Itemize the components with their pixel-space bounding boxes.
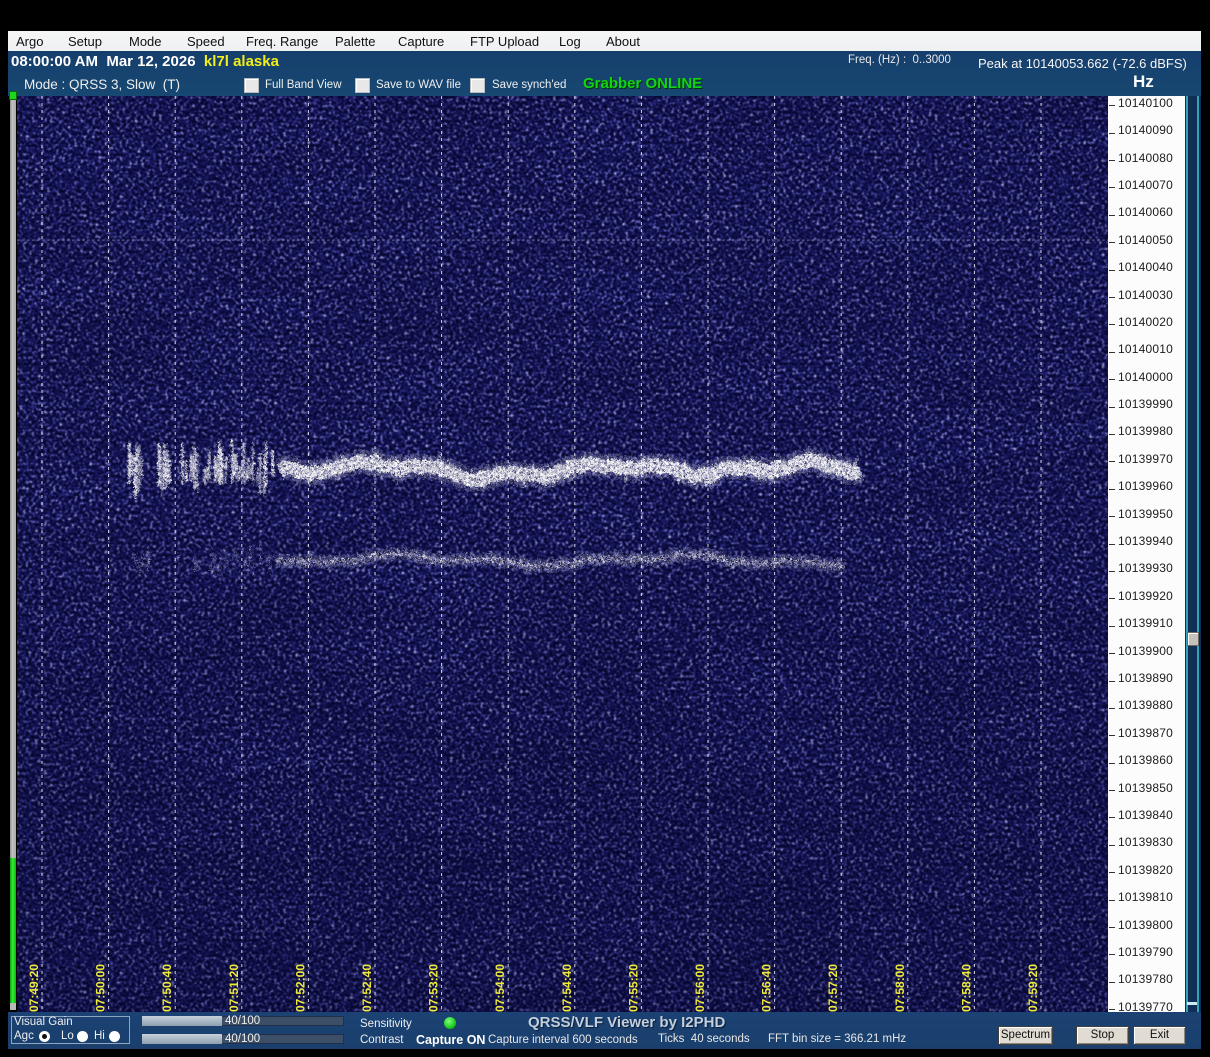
svg-text:07:53:20: 07:53:20 — [427, 964, 441, 1012]
svg-text:07:52:00: 07:52:00 — [293, 964, 307, 1012]
svg-text:07:54:40: 07:54:40 — [560, 964, 574, 1012]
svg-text:07:50:40: 07:50:40 — [160, 964, 174, 1012]
svg-text:07:58:40: 07:58:40 — [959, 964, 973, 1012]
svg-text:07:59:20: 07:59:20 — [1026, 964, 1040, 1012]
svg-text:07:56:40: 07:56:40 — [760, 964, 774, 1012]
svg-text:07:51:20: 07:51:20 — [227, 964, 241, 1012]
svg-text:07:57:20: 07:57:20 — [826, 964, 840, 1012]
svg-text:07:50:00: 07:50:00 — [94, 964, 108, 1012]
svg-text:07:58:00: 07:58:00 — [893, 964, 907, 1012]
svg-text:07:56:00: 07:56:00 — [693, 964, 707, 1012]
svg-text:07:54:00: 07:54:00 — [493, 964, 507, 1012]
svg-text:07:49:20: 07:49:20 — [27, 964, 41, 1012]
svg-text:07:55:20: 07:55:20 — [626, 964, 640, 1012]
svg-text:07:52:40: 07:52:40 — [360, 964, 374, 1012]
